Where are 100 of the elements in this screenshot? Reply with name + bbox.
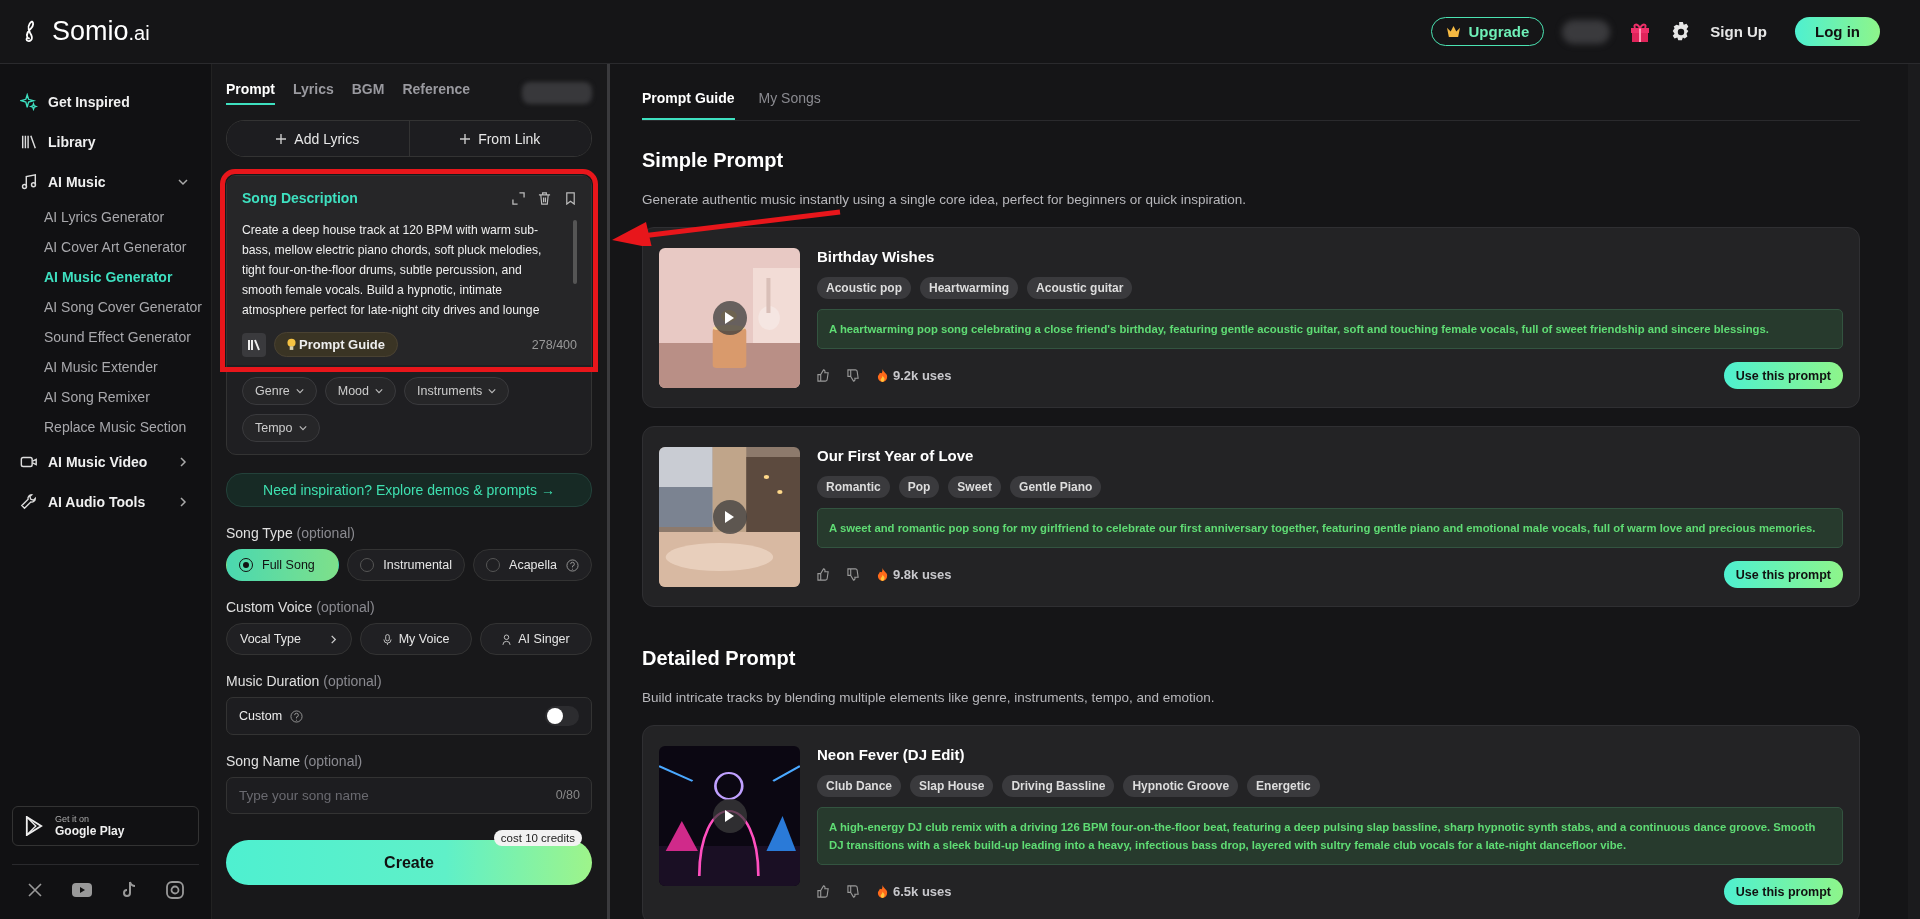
filter-dropdown[interactable]: Tempo	[242, 414, 320, 442]
help-icon[interactable]	[290, 709, 304, 723]
description-text[interactable]: Create a deep house track at 120 BPM with warm sub-bass, mellow electric piano chords, soft pluck melodies, tight four-on-the-floor drums, subtle percussion, and smooth female vocals. Build a hypnotic, intimate atmosphere perfect for late-night city drives and lounge	[242, 220, 565, 320]
play-icon	[723, 511, 734, 523]
crown-icon	[1446, 25, 1462, 38]
plus-icon	[276, 133, 287, 144]
editor-tab[interactable]: BGM	[351, 81, 385, 105]
section-subtitle: Generate authentic music instantly using a single core idea, perfect for beginners or quick inspiration.	[642, 192, 1248, 207]
music-note-icon[interactable]	[121, 881, 138, 899]
x-logo-icon[interactable]	[26, 882, 43, 898]
books-icon	[20, 133, 38, 151]
card-title: Neon Fever (DJ Edit)	[817, 746, 966, 763]
sidebar-subitem[interactable]: AI Lyrics Generator	[12, 202, 199, 232]
voice-button[interactable]: Vocal Type	[226, 623, 352, 655]
thumbs-down-icon[interactable]	[847, 885, 860, 898]
use-prompt-button[interactable]: Use this prompt	[1723, 362, 1843, 389]
sidebar-item[interactable]: AI Audio Tools	[12, 482, 199, 522]
use-prompt-button[interactable]: Use this prompt	[1723, 878, 1843, 905]
use-prompt-button[interactable]: Use this prompt	[1723, 561, 1843, 588]
editor-tab[interactable]: Prompt	[226, 81, 275, 105]
custom-label: Custom	[239, 709, 283, 723]
tag: Hypnotic Groove	[1123, 775, 1239, 797]
add-lyrics-button[interactable]: Add Lyrics	[227, 121, 409, 156]
field-label: Music Duration (optional)	[226, 673, 383, 689]
fire-icon	[877, 568, 888, 581]
logo-text[interactable]: Somio.ai	[52, 16, 150, 47]
help-icon	[566, 558, 579, 572]
sidebar-subitem[interactable]: Sound Effect Generator	[12, 322, 199, 352]
lightbulb-icon	[287, 338, 296, 351]
play-icon	[723, 312, 734, 324]
toggle-switch[interactable]	[545, 706, 579, 726]
chevron-down-icon	[295, 387, 304, 395]
character-count: 0/80	[555, 788, 580, 802]
section-title: Simple Prompt	[642, 149, 785, 172]
fire-icon	[877, 885, 888, 898]
chevron-down-icon	[375, 387, 384, 395]
sidebar-item[interactable]: Library	[12, 122, 199, 162]
play-icon	[723, 810, 734, 822]
credit-cost-badge: cost 10 credits	[493, 830, 582, 846]
song-type-option[interactable]: Full Song	[226, 549, 340, 581]
card-title: Birthday Wishes	[817, 248, 936, 265]
section-subtitle: Build intricate tracks by blending multiple elements like genre, instruments, tempo, and emotion.	[642, 690, 1216, 705]
chevron-down-icon	[298, 424, 307, 432]
field-label: Song Name (optional)	[226, 753, 364, 769]
prompt-guide-button[interactable]: Prompt Guide	[274, 332, 398, 357]
microphone-icon	[382, 633, 392, 645]
thumbs-up-icon[interactable]	[817, 568, 830, 581]
editor-tab[interactable]: Reference	[402, 81, 471, 105]
prompt-text: A sweet and romantic pop song for my girlfriend to celebrate our first anniversary together, featuring gentle piano and emotional male vocals, full of warm love and precious memories.	[817, 508, 1843, 548]
log-in-button[interactable]: Log in	[1795, 17, 1880, 46]
sidebar-subitem[interactable]: Replace Music Section	[12, 412, 199, 442]
sidebar-item[interactable]: Get Inspired	[12, 82, 199, 122]
camera-icon[interactable]	[166, 881, 185, 899]
usage-count: 9.2k uses	[893, 368, 952, 383]
prompt-text: A high-energy DJ club remix with a driving 126 BPM four-on-the-floor beat, featuring a deep pulsing slap bassline, sharp hypnotic synth stabs, and a continuous dance groove. Smooth DJ transitions with a sleek build-up leading into a heavy, infectious bass drop, layered with sultry female club vocals for a late-night dancefloor vibe.	[817, 807, 1843, 865]
tag: Sweet	[948, 476, 1002, 498]
sign-up-link[interactable]: Sign Up	[1710, 23, 1767, 40]
books-icon[interactable]	[242, 332, 266, 357]
sidebar-subitem[interactable]: AI Song Remixer	[12, 382, 199, 412]
tag: Energetic	[1247, 775, 1320, 797]
tag: Club Dance	[817, 775, 901, 797]
thumbs-down-icon[interactable]	[847, 568, 860, 581]
tag: Romantic	[817, 476, 890, 498]
sidebar-subitem[interactable]: AI Music Extender	[12, 352, 199, 382]
sidebar-subitem[interactable]: AI Cover Art Generator	[12, 232, 199, 262]
video-play-icon[interactable]	[71, 883, 92, 897]
fire-icon	[877, 369, 888, 382]
store-name: Google Play	[55, 824, 125, 838]
filter-dropdown[interactable]: Genre	[242, 377, 317, 405]
inspiration-link[interactable]: Need inspiration? Explore demos & prompts →	[226, 473, 592, 507]
tag: Slap House	[910, 775, 994, 797]
bookmark-icon[interactable]	[564, 191, 577, 205]
sidebar-subitem[interactable]: AI Music Generator	[12, 262, 199, 292]
thumbs-down-icon[interactable]	[847, 369, 860, 382]
voice-button[interactable]: My Voice	[360, 623, 472, 655]
google-play-badge[interactable]: Get it on Google Play	[12, 806, 199, 846]
song-type-option[interactable]: Instrumental	[347, 549, 466, 581]
person-icon	[502, 633, 512, 645]
sidebar-item[interactable]: AI Music Video	[12, 442, 199, 482]
filter-dropdown[interactable]: Mood	[324, 377, 397, 405]
sidebar-item[interactable]: AI Music	[12, 162, 199, 202]
voice-button[interactable]: AI Singer	[480, 623, 592, 655]
trash-icon[interactable]	[538, 191, 551, 205]
guide-tab[interactable]: My Songs	[758, 90, 821, 120]
usage-count: 6.5k uses	[893, 884, 952, 899]
song-type-option[interactable]: Acapella	[473, 549, 592, 581]
filter-dropdown[interactable]: Instruments	[404, 377, 510, 405]
guide-tab[interactable]: Prompt Guide	[642, 90, 735, 120]
from-link-button[interactable]: From Link	[408, 121, 591, 156]
editor-tab[interactable]: Lyrics	[293, 81, 334, 105]
tag: Pop	[898, 476, 940, 498]
tag: Driving Bassline	[1002, 775, 1115, 797]
thumbs-up-icon[interactable]	[817, 885, 830, 898]
plus-icon	[460, 133, 471, 144]
expand-icon[interactable]	[512, 191, 525, 205]
section-title: Detailed Prompt	[642, 647, 797, 670]
thumbs-up-icon[interactable]	[817, 369, 830, 382]
sparkle-icon	[20, 93, 38, 111]
wrench-icon	[20, 493, 38, 511]
store-caption: Get it on	[55, 814, 91, 824]
